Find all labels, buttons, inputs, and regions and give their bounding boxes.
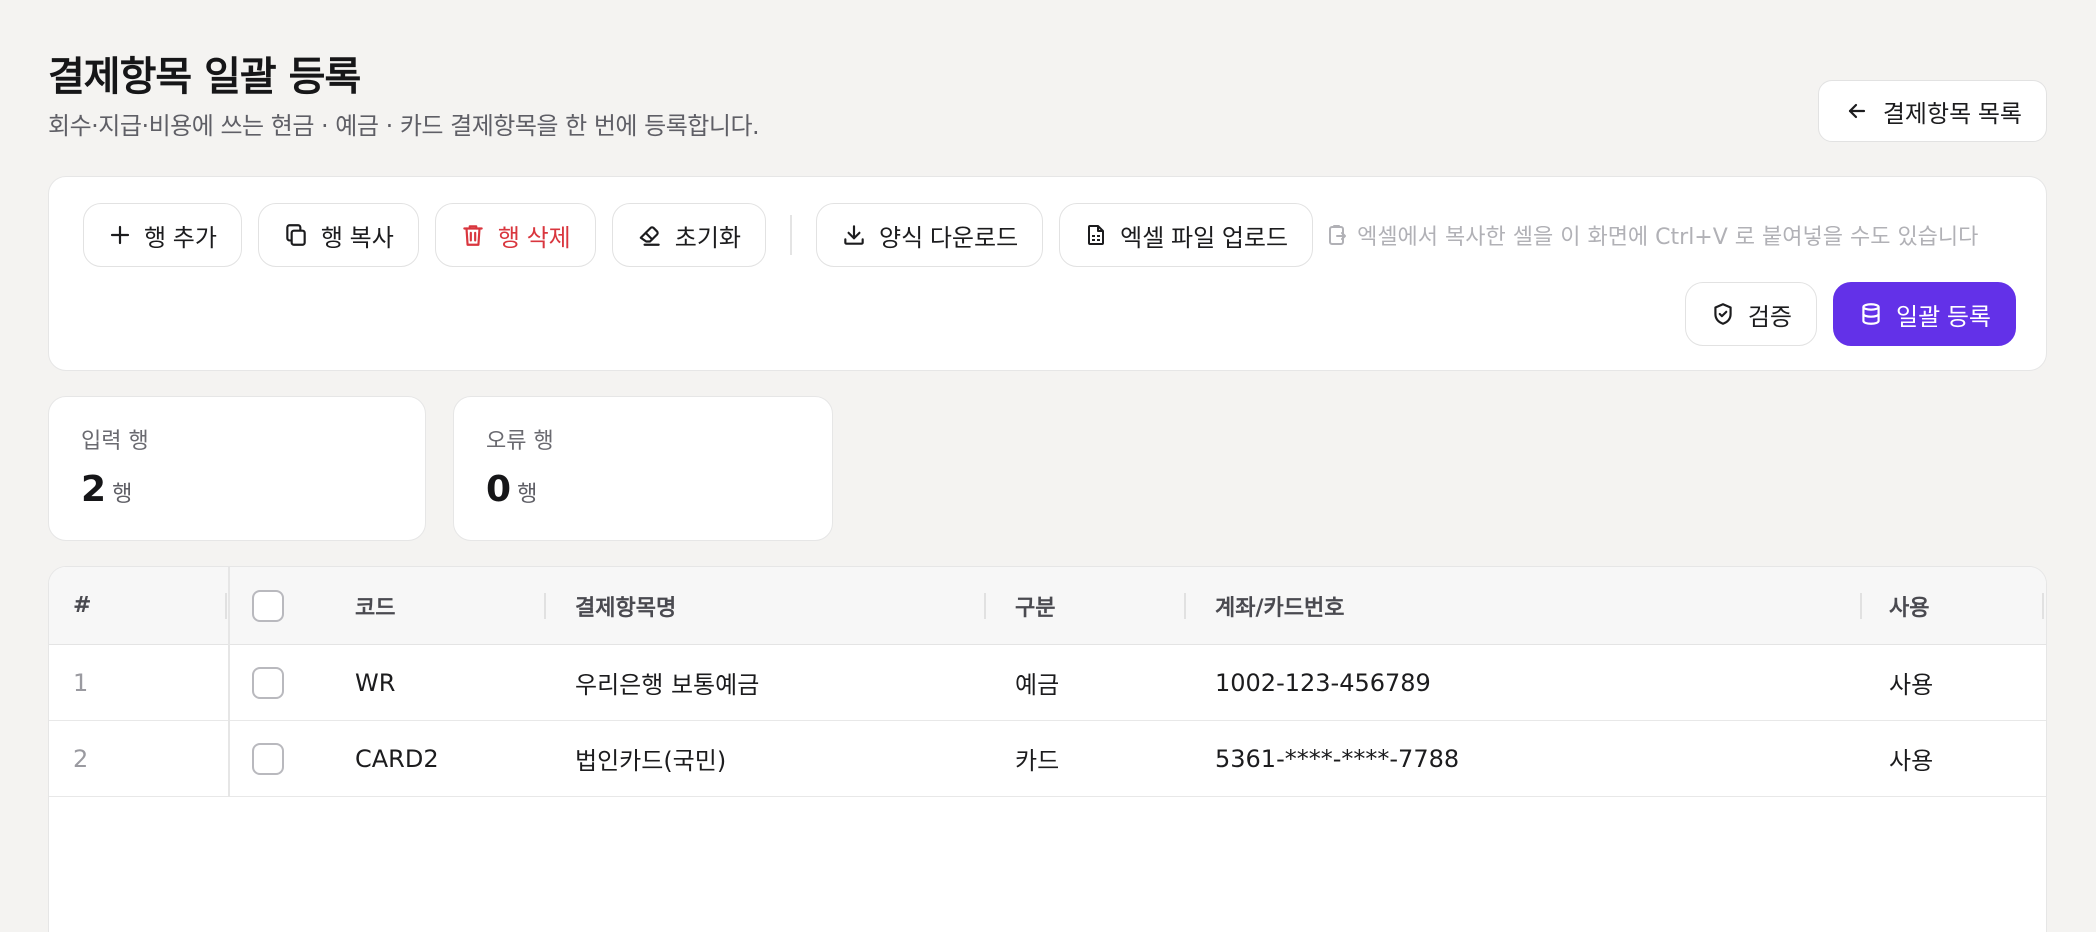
row-select-cell [252, 645, 284, 720]
column-resize-handle[interactable] [544, 593, 546, 619]
table-row[interactable]: 1 WR 우리은행 보통예금 예금 1002-123-456789 사용 [49, 645, 2046, 721]
header-select-all-cell [252, 567, 284, 644]
bulk-register-button[interactable]: 일괄 등록 [1833, 282, 2016, 346]
cell-code[interactable]: WR [355, 645, 395, 720]
select-all-checkbox[interactable] [252, 589, 284, 622]
input-rows-label: 입력 행 [81, 429, 149, 454]
eraser-icon [639, 226, 660, 246]
paste-hint: 엑셀에서 복사한 셀을 이 화면에 Ctrl+V 로 붙여넣을 수도 있습니다 [1325, 219, 1978, 251]
table-header: # 코드 결제항목명 구분 계좌/카드번호 사용 [49, 567, 2046, 645]
column-resize-handle[interactable] [2042, 593, 2044, 619]
reset-button[interactable]: 초기화 [611, 203, 767, 267]
reset-label: 초기화 [674, 224, 742, 252]
header-account: 계좌/카드번호 [1215, 595, 1345, 621]
bulk-register-label: 일괄 등록 [1896, 303, 1991, 331]
toolbar-divider [790, 215, 793, 255]
clipboard-icon [1329, 225, 1347, 245]
download-template-button[interactable]: 양식 다운로드 [816, 203, 1044, 267]
cell-use[interactable]: 사용 [1889, 721, 1933, 796]
header-code: 코드 [355, 595, 396, 621]
error-rows-card: 오류 행 0 행 [453, 396, 833, 541]
download-icon [844, 225, 864, 245]
error-rows-unit: 행 [517, 482, 538, 507]
database-icon [1862, 303, 1880, 325]
copy-icon [286, 224, 306, 246]
page-title: 결제항목 일괄 등록 [48, 54, 361, 100]
toolbar-submit-actions: 검증 일괄 등록 [1684, 282, 2016, 346]
copy-row-button[interactable]: 행 복사 [257, 203, 419, 267]
trash-icon [463, 225, 483, 246]
bulk-register-page: 결제항목 일괄 등록 회수·지급·비용에 쓰는 현금 · 예금 · 카드 결제항… [48, 0, 2047, 932]
toolbar-actions: 행 추가 행 복사 행 삭제 초기화 양식 다운로드 엑셀 파일 업로드 엑셀에… [83, 203, 2016, 267]
cell-account[interactable]: 5361-****-****-7788 [1215, 721, 1459, 796]
cell-type[interactable]: 예금 [1015, 645, 1059, 720]
cell-name[interactable]: 법인카드(국민) [575, 721, 726, 796]
plus-icon [110, 225, 130, 245]
arrow-left-icon [1848, 103, 1865, 119]
input-rows-value: 2 행 [81, 469, 393, 510]
cell-use[interactable]: 사용 [1889, 645, 1933, 720]
input-rows-card: 입력 행 2 행 [48, 396, 426, 541]
back-to-list-button[interactable]: 결제항목 목록 [1817, 80, 2047, 142]
header-num: # [73, 593, 92, 618]
column-resize-handle[interactable] [984, 593, 986, 619]
upload-excel-label: 엑셀 파일 업로드 [1120, 224, 1289, 252]
page-subtitle: 회수·지급·비용에 쓰는 현금 · 예금 · 카드 결제항목을 한 번에 등록합… [48, 112, 760, 140]
header-type: 구분 [1015, 595, 1056, 621]
toolbar: 행 추가 행 복사 행 삭제 초기화 양식 다운로드 엑셀 파일 업로드 엑셀에… [48, 176, 2047, 371]
paste-hint-text: 엑셀에서 복사한 셀을 이 화면에 Ctrl+V 로 붙여넣을 수도 있습니다 [1357, 225, 1979, 250]
column-resize-handle[interactable] [1184, 593, 1186, 619]
copy-row-label: 행 복사 [320, 224, 394, 252]
column-resize-handle[interactable] [225, 593, 227, 619]
cell-account[interactable]: 1002-123-456789 [1215, 645, 1431, 720]
row-num: 1 [73, 668, 89, 697]
back-button-label: 결제항목 목록 [1882, 100, 2022, 128]
error-rows-count: 0 [486, 469, 512, 510]
column-resize-handle[interactable] [1860, 593, 1862, 619]
error-rows-label: 오류 행 [486, 429, 554, 454]
payment-items-table: # 코드 결제항목명 구분 계좌/카드번호 사용 1 WR 우리은행 보통예금 … [48, 566, 2047, 932]
spreadsheet-file-icon [1088, 225, 1105, 245]
row-num: 2 [73, 744, 89, 773]
frozen-column-divider [228, 567, 230, 797]
download-template-label: 양식 다운로드 [879, 224, 1019, 252]
shield-check-icon [1714, 303, 1732, 325]
validate-button[interactable]: 검증 [1684, 282, 1817, 346]
table-row[interactable]: 2 CARD2 법인카드(국민) 카드 5361-****-****-7788 … [49, 721, 2046, 797]
input-rows-unit: 행 [112, 482, 133, 507]
delete-row-label: 행 삭제 [497, 224, 571, 252]
row-checkbox[interactable] [252, 742, 284, 775]
add-row-button[interactable]: 행 추가 [83, 203, 242, 267]
row-checkbox[interactable] [252, 666, 284, 699]
validate-label: 검증 [1747, 303, 1792, 331]
cell-name[interactable]: 우리은행 보통예금 [575, 645, 759, 720]
page-header: 결제항목 일괄 등록 회수·지급·비용에 쓰는 현금 · 예금 · 카드 결제항… [48, 44, 2047, 144]
add-row-label: 행 추가 [144, 224, 217, 252]
row-select-cell [252, 721, 284, 796]
header-name: 결제항목명 [575, 595, 677, 621]
input-rows-count: 2 [81, 469, 107, 510]
header-use: 사용 [1889, 595, 1930, 621]
cell-type[interactable]: 카드 [1015, 721, 1059, 796]
delete-row-button[interactable]: 행 삭제 [434, 203, 596, 267]
error-rows-value: 0 행 [486, 469, 800, 510]
cell-code[interactable]: CARD2 [355, 721, 439, 796]
upload-excel-button[interactable]: 엑셀 파일 업로드 [1059, 203, 1314, 267]
